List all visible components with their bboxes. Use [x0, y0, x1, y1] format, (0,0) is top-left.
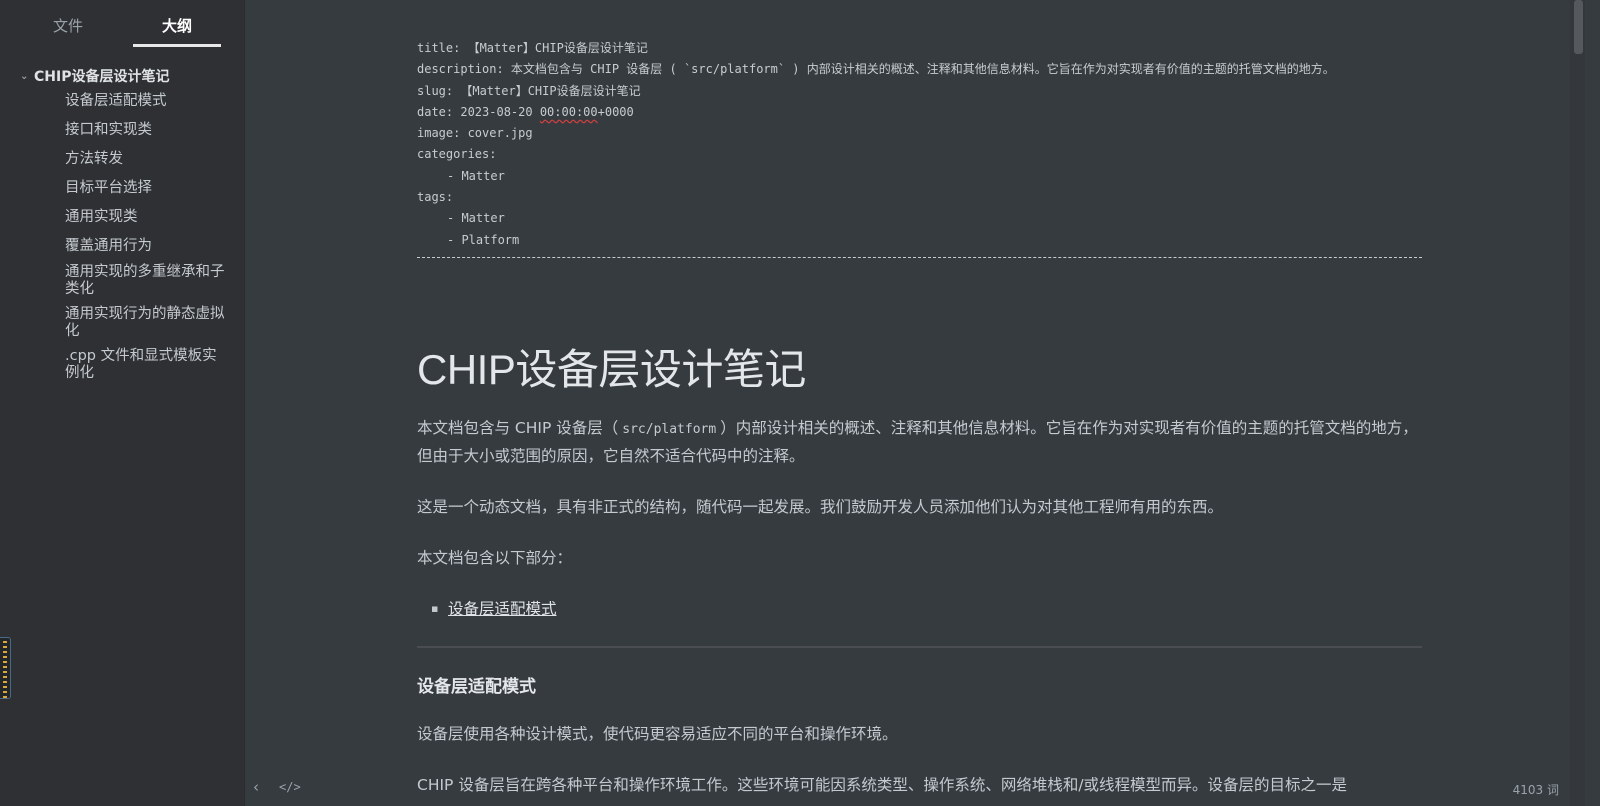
outline-item[interactable]: 通用实现的多重继承和子类化	[0, 264, 244, 298]
section-divider	[417, 645, 1422, 648]
fm-category: - Matter	[447, 168, 505, 183]
toc-list: 设备层适配模式	[417, 596, 1422, 622]
fm-image: image: cover.jpg	[417, 126, 533, 141]
paragraph: 设备层使用各种设计模式，使代码更容易适应不同的平台和操作环境。	[417, 724, 898, 743]
outline-item[interactable]: 目标平台选择	[0, 180, 244, 197]
spellcheck-mark: 00:00:00	[539, 104, 598, 119]
outline-item[interactable]: 方法转发	[0, 151, 244, 168]
inline-code: src/platform	[622, 421, 717, 437]
active-tab-indicator	[133, 44, 221, 47]
outline-item[interactable]: 设备层适配模式	[0, 93, 244, 110]
outline-item[interactable]: .cpp 文件和显式模板实例化	[0, 348, 244, 382]
tab-outline[interactable]: 大纲	[133, 15, 221, 36]
paragraph: 本文档包含以下部分：	[417, 548, 573, 567]
fm-tags-label: tags:	[417, 190, 454, 205]
outline-list: ⌄ CHIP设备层设计笔记 设备层适配模式 接口和实现类 方法转发 目标平台选择…	[0, 64, 244, 382]
text: 本文档包含与 CHIP 设备层（	[417, 418, 619, 437]
fm-tag: - Matter	[447, 211, 505, 226]
fm-description: description: 本文档包含与 CHIP 设备层 ( `src/plat…	[417, 62, 1335, 77]
outline-item[interactable]: 覆盖通用行为	[0, 238, 244, 255]
page-title: CHIP设备层设计笔记	[417, 345, 806, 393]
fm-date-suffix: +0000	[597, 104, 634, 119]
sidebar: 文件 大纲 ⌄ CHIP设备层设计笔记 设备层适配模式 接口和实现类 方法转发 …	[0, 0, 245, 806]
toc-link[interactable]: 设备层适配模式	[448, 600, 557, 618]
sidebar-tabs: 文件 大纲	[0, 0, 244, 48]
scrollbar-thumb[interactable]	[1574, 0, 1583, 54]
fm-tag: - Platform	[447, 232, 520, 247]
tab-files[interactable]: 文件	[24, 15, 112, 36]
source-code-icon[interactable]: </>	[279, 780, 301, 794]
outline-item[interactable]: 接口和实现类	[0, 122, 244, 139]
fm-date: date: 2023-08-20 00:00:00+0000	[417, 102, 1422, 123]
list-item: 设备层适配模式	[431, 596, 1422, 622]
chevron-left-icon[interactable]: ‹	[253, 778, 259, 796]
front-matter[interactable]: title: 【Matter】CHIP设备层设计笔记 description: 本…	[417, 38, 1422, 251]
paragraph: 本文档包含与 CHIP 设备层（ src/platform ）内部设计相关的概述、注…	[417, 415, 1422, 470]
fm-title: title: 【Matter】CHIP设备层设计笔记	[417, 41, 648, 55]
front-matter-divider	[417, 256, 1422, 258]
fm-categories-label: categories:	[417, 147, 497, 162]
fm-slug: slug: 【Matter】CHIP设备层设计笔记	[417, 83, 641, 98]
outline-item-root[interactable]: ⌄ CHIP设备层设计笔记	[0, 64, 244, 88]
paragraph: 这是一个动态文档，具有非正式的结构，随代码一起发展。我们鼓励开发人员添加他们认为…	[417, 497, 1224, 516]
word-count[interactable]: 4103 词	[1513, 781, 1559, 798]
chevron-down-icon[interactable]: ⌄	[20, 71, 34, 82]
fm-date-prefix: date: 2023-08-20	[417, 104, 540, 119]
status-bar: ‹ </> 4103 词	[245, 778, 1585, 806]
drag-handle[interactable]	[0, 637, 11, 699]
section-heading: 设备层适配模式	[417, 676, 536, 697]
outline-item[interactable]: 通用实现行为的静态虚拟化	[0, 306, 244, 340]
document: title: 【Matter】CHIP设备层设计笔记 description: 本…	[417, 38, 1422, 806]
editor-pane[interactable]: title: 【Matter】CHIP设备层设计笔记 description: 本…	[245, 0, 1585, 806]
outline-item[interactable]: 通用实现类	[0, 209, 244, 226]
outline-root-label: CHIP设备层设计笔记	[34, 69, 170, 85]
scrollbar[interactable]	[1570, 0, 1585, 806]
